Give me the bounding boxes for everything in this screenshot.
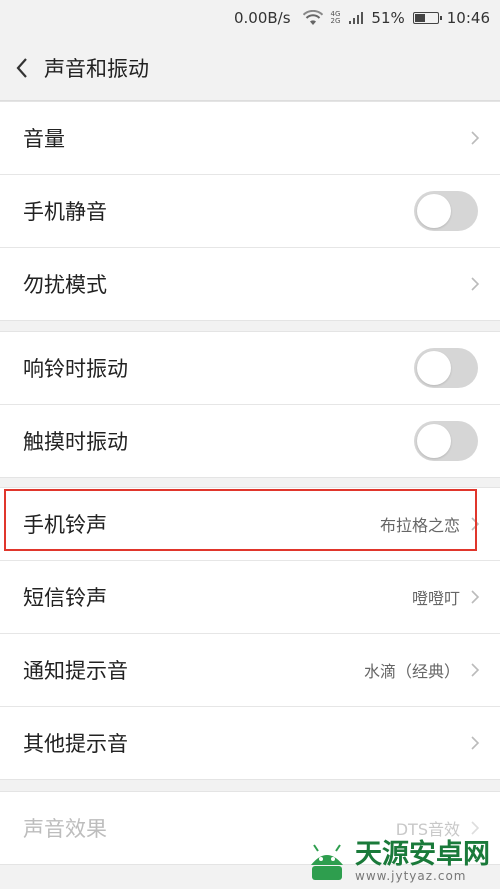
setting-volume[interactable]: 音量	[0, 102, 500, 175]
toggle-knob	[417, 194, 451, 228]
settings-group-basic: 音量 手机静音 勿扰模式	[0, 101, 500, 321]
setting-label: 响铃时振动	[23, 357, 128, 381]
settings-group-tones: 手机铃声 布拉格之恋 短信铃声 噔噔叮 通知提示音 水滴（经典） 其他提示音	[0, 487, 500, 780]
vibrate-on-ring-toggle[interactable]	[414, 348, 478, 388]
setting-sms-tone[interactable]: 短信铃声 噔噔叮	[0, 561, 500, 634]
setting-label: 通知提示音	[23, 659, 128, 683]
setting-do-not-disturb[interactable]: 勿扰模式	[0, 248, 500, 320]
chevron-right-icon	[471, 590, 480, 604]
setting-label: 勿扰模式	[23, 273, 107, 297]
setting-label: 手机铃声	[23, 513, 107, 537]
setting-label: 音量	[23, 127, 65, 151]
back-button[interactable]	[0, 36, 44, 100]
chevron-right-icon	[471, 131, 480, 145]
toggle-knob	[417, 424, 451, 458]
network-speed: 0.00B/s	[233, 9, 291, 27]
clock: 10:46	[446, 9, 490, 27]
setting-value: 水滴（经典）	[363, 662, 460, 681]
network-type-indicator: 4G 2G	[330, 10, 341, 25]
vibrate-on-touch-toggle[interactable]	[414, 421, 478, 461]
chevron-left-icon	[16, 58, 27, 78]
status-bar: 0.00B/s 4G 2G 51% 10:46	[0, 0, 500, 36]
chevron-right-icon	[471, 277, 480, 291]
toggle-knob	[417, 351, 451, 385]
setting-notification-tone[interactable]: 通知提示音 水滴（经典）	[0, 634, 500, 707]
settings-group-vibration: 响铃时振动 触摸时振动	[0, 331, 500, 478]
wifi-icon	[302, 10, 323, 25]
chevron-right-icon	[471, 736, 480, 750]
battery-percent: 51%	[371, 9, 405, 27]
silent-mode-toggle[interactable]	[414, 191, 478, 231]
setting-label: 其他提示音	[23, 732, 128, 756]
setting-label: 短信铃声	[23, 586, 107, 610]
title-bar: 声音和振动	[0, 36, 500, 101]
setting-ringtone[interactable]: 手机铃声 布拉格之恋	[0, 488, 500, 561]
page-title: 声音和振动	[44, 57, 149, 81]
setting-value: 噔噔叮	[411, 589, 460, 608]
setting-vibrate-on-ring: 响铃时振动	[0, 332, 500, 405]
android-logo-icon	[311, 844, 343, 880]
setting-silent-mode: 手机静音	[0, 175, 500, 248]
setting-vibrate-on-touch: 触摸时振动	[0, 405, 500, 477]
watermark-url: www.jytyaz.com	[355, 868, 467, 883]
site-watermark: 天源安卓网 www.jytyaz.com	[305, 833, 500, 889]
chevron-right-icon	[471, 517, 480, 531]
setting-label: 手机静音	[23, 200, 107, 224]
setting-label: 声音效果	[23, 817, 107, 841]
setting-value: 布拉格之恋	[379, 516, 460, 535]
signal-icon	[349, 12, 364, 24]
watermark-name: 天源安卓网	[355, 838, 490, 870]
setting-other-tones[interactable]: 其他提示音	[0, 707, 500, 779]
setting-label: 触摸时振动	[23, 430, 128, 454]
chevron-right-icon	[471, 663, 480, 677]
battery-icon	[412, 12, 442, 24]
